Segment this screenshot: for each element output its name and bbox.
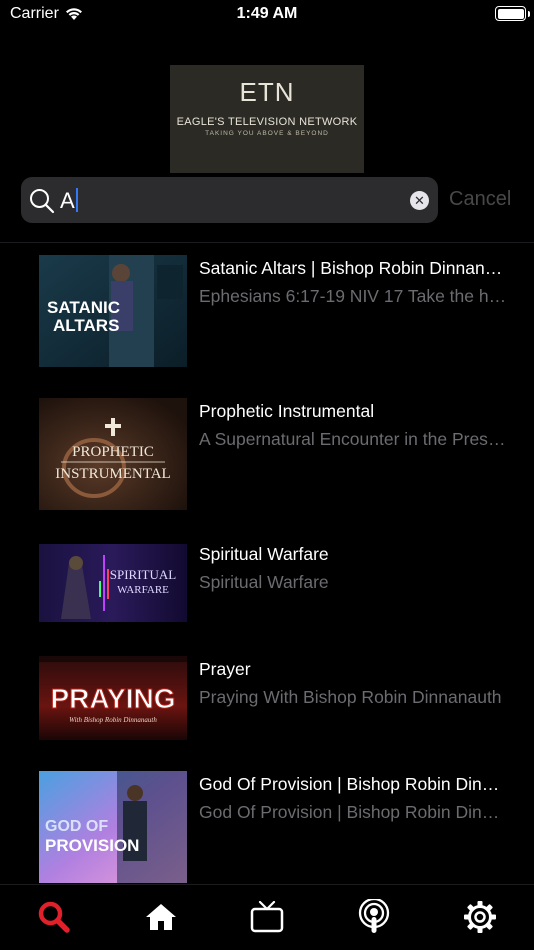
list-item[interactable]: PRAYING With Bishop Robin Dinnanauth Pra… <box>0 656 534 768</box>
text-caret <box>75 188 78 212</box>
tab-bar <box>0 884 534 950</box>
cancel-button[interactable]: Cancel <box>449 188 511 211</box>
video-thumbnail: PRAYING With Bishop Robin Dinnanauth <box>39 656 187 740</box>
result-title: Prophetic Instrumental <box>199 401 375 421</box>
search-query-text: A <box>60 188 75 213</box>
tab-home[interactable] <box>141 899 181 939</box>
video-thumbnail: GOD OF PROVISION <box>39 771 187 883</box>
clock: 1:49 AM <box>236 5 298 22</box>
gear-icon <box>463 900 497 939</box>
result-subtitle: Praying With Bishop Robin Dinnanauth <box>199 687 502 707</box>
thumb-text-1: GOD OF <box>45 818 108 835</box>
tab-podcasts[interactable] <box>354 897 394 940</box>
search-input[interactable]: A ✕ <box>21 177 438 223</box>
list-item[interactable]: GOD OF PROVISION God Of Provision | Bish… <box>0 771 534 883</box>
list-item[interactable]: SPIRITUAL WARFARE Spiritual Warfare Spir… <box>0 541 534 653</box>
logo-mark: ETN <box>170 77 364 108</box>
search-query[interactable]: A <box>60 188 78 214</box>
search-row: A ✕ Cancel <box>21 177 521 223</box>
result-title: Prayer <box>199 659 251 679</box>
thumb-text-1: SATANIC <box>47 298 120 317</box>
thumb-text-2: WARFARE <box>117 584 169 596</box>
thumb-text-1: PROPHETIC <box>72 444 154 460</box>
search-icon <box>29 188 55 219</box>
video-thumbnail: SATANIC ALTARS <box>39 255 187 367</box>
result-title: Satanic Altars | Bishop Robin Dinnanauth <box>199 258 507 278</box>
result-subtitle: Ephesians 6:17-19 NIV 17 Take the helmet… <box>199 286 507 306</box>
thumb-text-1: PRAYING <box>50 683 175 714</box>
result-title: Spiritual Warfare <box>199 544 329 564</box>
thumb-text-2: With Bishop Robin Dinnanauth <box>69 716 157 724</box>
channel-logo: ETN EAGLE'S TELEVISION NETWORK TAKING YO… <box>170 65 364 173</box>
tv-icon <box>250 900 284 938</box>
result-subtitle: A Supernatural Encounter in the Presence… <box>199 429 507 449</box>
result-subtitle: God Of Provision | Bishop Robin Dinnanau… <box>199 802 507 822</box>
list-item[interactable]: SATANIC ALTARS Satanic Altars | Bishop R… <box>0 255 534 367</box>
tab-tv[interactable] <box>247 899 287 939</box>
home-icon <box>145 902 177 937</box>
search-icon <box>37 900 71 939</box>
thumb-text-2: ALTARS <box>53 316 119 335</box>
logo-tagline: TAKING YOU ABOVE & BEYOND <box>205 130 329 137</box>
podcast-icon <box>357 897 391 940</box>
video-thumbnail: SPIRITUAL WARFARE <box>39 541 187 625</box>
result-subtitle: Spiritual Warfare <box>199 572 329 592</box>
tab-search[interactable] <box>34 899 74 939</box>
logo-name: EAGLE'S TELEVISION NETWORK <box>176 116 358 128</box>
video-thumbnail: PROPHETIC INSTRUMENTAL <box>39 398 187 510</box>
search-results-list: SATANIC ALTARS Satanic Altars | Bishop R… <box>0 243 534 883</box>
logo-mark-text: ETN <box>239 77 295 107</box>
battery-icon <box>495 6 526 21</box>
tab-settings[interactable] <box>460 899 500 939</box>
result-title: God Of Provision | Bishop Robin Dinnanau… <box>199 774 507 794</box>
clear-search-icon[interactable]: ✕ <box>410 191 429 210</box>
thumb-text-2: INSTRUMENTAL <box>55 466 170 482</box>
list-item[interactable]: PROPHETIC INSTRUMENTAL Prophetic Instrum… <box>0 398 534 510</box>
thumb-text-2: PROVISION <box>45 836 139 855</box>
status-bar: Carrier 1:49 AM <box>0 0 534 28</box>
thumb-text-1: SPIRITUAL <box>110 567 177 582</box>
